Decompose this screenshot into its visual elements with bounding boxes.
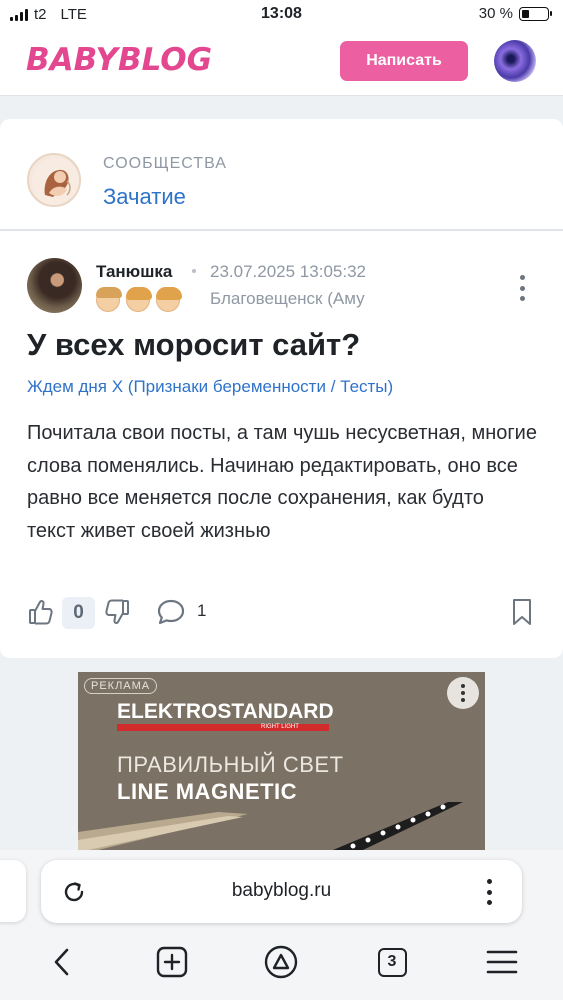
girl-icon	[126, 287, 152, 312]
post-body: Почитала свои посты, а там чушь несусвет…	[27, 422, 537, 542]
post-tag-link[interactable]: Ждем дня Х (Признаки беременности / Тест…	[27, 377, 393, 397]
previous-tab-preview[interactable]	[0, 860, 26, 922]
hamburger-menu-icon[interactable]	[482, 944, 522, 980]
battery-icon	[519, 6, 552, 21]
post-actions: 0 1	[0, 595, 563, 629]
author-city: Благовещенск (Аму	[210, 289, 365, 308]
ad-brand-sub: RIGHT LIGHT	[259, 724, 301, 731]
status-right: 30 %	[478, 5, 552, 22]
write-post-button[interactable]: Написать	[340, 41, 468, 81]
ad-headline: ПРАВИЛЬНЫЙ СВЕТ	[117, 752, 344, 777]
new-tab-icon[interactable]	[152, 944, 192, 980]
ad-lamp-image	[78, 802, 463, 850]
girl-icon	[156, 287, 182, 312]
battery-percent: 30 %	[478, 5, 513, 22]
advertisement-banner[interactable]: РЕКЛАМА ELEKTROSTANDARD RIGHT LIGHT ПРАВ…	[78, 672, 485, 850]
alice-assistant-icon[interactable]	[261, 944, 301, 980]
post-title[interactable]: У всех моросит сайт?	[27, 327, 360, 363]
community-caption: СООБЩЕСТВА	[103, 155, 227, 172]
browser-nav-bar: 3	[0, 940, 563, 984]
ad-brand: ELEKTROSTANDARD	[117, 700, 334, 723]
user-avatar[interactable]	[494, 40, 536, 82]
ad-label: РЕКЛАМА	[84, 678, 158, 694]
comment-count: 1	[197, 601, 207, 620]
post-date: 23.07.2025 13:05:32	[210, 262, 366, 281]
author-name[interactable]: Танюшка	[96, 262, 172, 282]
thumbs-down-icon[interactable]	[103, 597, 131, 627]
status-bar: t2 LTE 13:08 30 %	[0, 0, 563, 28]
community-icon[interactable]	[27, 153, 81, 207]
post-menu-icon[interactable]	[512, 275, 532, 301]
back-icon[interactable]	[42, 944, 82, 980]
browser-chrome: babyblog.ru 3	[0, 850, 563, 1000]
thumbs-up-icon[interactable]	[27, 597, 55, 627]
community-name-link[interactable]: Зачатие	[103, 184, 186, 210]
ad-more-icon[interactable]	[447, 677, 479, 709]
author-avatar[interactable]	[27, 258, 82, 313]
children-badges	[96, 287, 182, 312]
address-bar[interactable]: babyblog.ru	[41, 860, 522, 923]
community-card: СООБЩЕСТВА Зачатие	[0, 119, 563, 229]
url-text[interactable]: babyblog.ru	[41, 880, 522, 902]
post-card: Танюшка 23.07.2025 13:05:32 Благовещенск…	[0, 231, 563, 658]
separator-dot	[192, 269, 196, 273]
babyblog-logo[interactable]: BABYBLOG	[26, 42, 212, 78]
site-header: BABYBLOG Написать	[0, 28, 563, 96]
like-count: 0	[62, 597, 95, 629]
comment-icon[interactable]	[155, 597, 187, 627]
bookmark-icon[interactable]	[510, 597, 534, 627]
tabs-button[interactable]: 3	[372, 944, 412, 980]
tabs-count: 3	[377, 947, 407, 977]
browser-menu-icon[interactable]	[484, 879, 494, 905]
boy-icon	[96, 287, 122, 312]
